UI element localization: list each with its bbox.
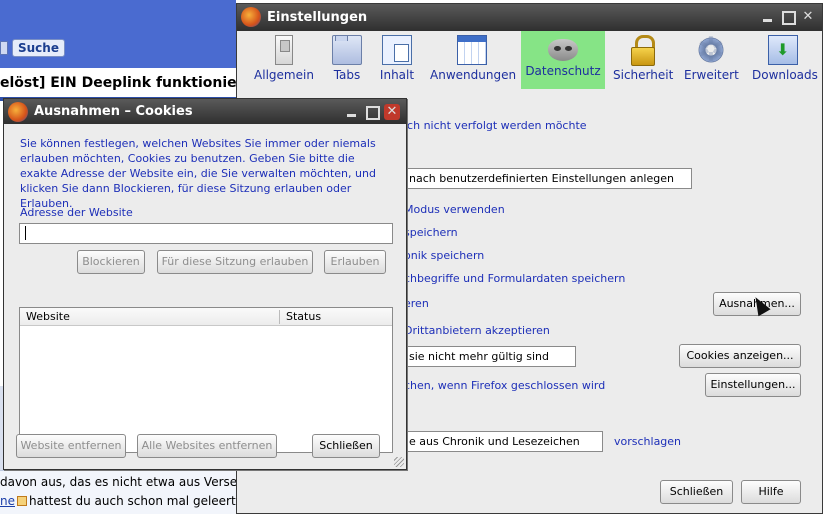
window-title: Einstellungen xyxy=(267,10,368,25)
keep-until-select[interactable]: sie nicht mehr gültig sind xyxy=(404,346,576,367)
tab-label: Sicherheit xyxy=(613,68,674,82)
switch-icon xyxy=(275,35,293,65)
website-address-input[interactable] xyxy=(19,223,393,244)
mask-icon xyxy=(548,39,578,61)
resize-grip-icon[interactable] xyxy=(394,457,404,467)
clear-on-close-option[interactable]: chen, wenn Firefox geschlossen wird xyxy=(404,379,605,392)
remove-website-button[interactable]: Website entfernen xyxy=(16,434,126,458)
close-icon[interactable] xyxy=(800,9,816,25)
firefox-icon xyxy=(8,102,28,122)
post-text-line-2: ne hattest du auch schon mal geleert? xyxy=(0,494,236,508)
gear-icon xyxy=(696,31,726,69)
search-form-option[interactable]: chbegriffe und Formulardaten speichern xyxy=(404,272,625,285)
preferences-titlebar[interactable]: Einstellungen xyxy=(237,4,822,31)
address-label: Adresse der Website xyxy=(20,206,133,219)
tab-allgemein[interactable]: Allgemein xyxy=(251,31,317,89)
location-bar-suggest-select[interactable]: e aus Chronik und Lesezeichen xyxy=(404,431,603,452)
remove-all-websites-button[interactable]: Alle Websites entfernen xyxy=(137,434,277,458)
minimize-icon[interactable] xyxy=(760,9,776,25)
allow-button[interactable]: Erlauben xyxy=(324,250,386,274)
suggest-label: vorschlagen xyxy=(614,435,682,448)
tab-downloads[interactable]: Downloads xyxy=(752,31,818,89)
tab-label: Downloads xyxy=(752,68,818,82)
dialog-title: Ausnahmen – Cookies xyxy=(34,104,193,119)
tab-label: Inhalt xyxy=(379,68,415,82)
preferences-pane-bar: Allgemein Tabs Inhalt Anwendungen Datens… xyxy=(237,31,822,89)
maximize-icon[interactable] xyxy=(780,9,796,25)
tab-tabs[interactable]: Tabs xyxy=(329,31,365,89)
save-option[interactable]: speichern xyxy=(404,226,458,239)
post-text-rest: hattest du auch schon mal geleert? xyxy=(29,494,236,508)
lock-icon xyxy=(631,35,655,66)
show-cookies-button[interactable]: Cookies anzeigen... xyxy=(679,344,801,368)
text-caret xyxy=(25,226,26,240)
tab-label: Tabs xyxy=(333,68,361,82)
close-icon[interactable] xyxy=(384,104,400,120)
tabs-icon xyxy=(332,35,362,65)
maximize-icon[interactable] xyxy=(364,104,380,120)
dialog-titlebar[interactable]: Ausnahmen – Cookies xyxy=(4,99,406,124)
forum-header-bar xyxy=(0,0,236,68)
history-save-option[interactable]: onik speichern xyxy=(404,249,484,262)
accept-cookies-option[interactable]: eren xyxy=(404,297,429,310)
private-mode-option[interactable]: Modus verwenden xyxy=(404,203,505,216)
help-button[interactable]: Hilfe xyxy=(741,480,801,504)
tab-label: Erweitert xyxy=(684,68,739,82)
tab-label: Anwendungen xyxy=(430,68,517,82)
post-text-line: davon aus, das es nicht etwa aus Versel xyxy=(0,475,236,489)
dialog-description: Sie können festlegen, welchen Websites S… xyxy=(20,137,376,210)
content-icon xyxy=(382,35,412,65)
dialog-close-button[interactable]: Schließen xyxy=(312,434,380,458)
column-header-status[interactable]: Status xyxy=(286,310,321,323)
tab-erweitert[interactable]: Erweitert xyxy=(684,31,739,89)
search-field-edge[interactable] xyxy=(0,41,8,55)
third-party-cookies-option[interactable]: Drittanbietern akzeptieren xyxy=(404,324,550,337)
forum-search-button[interactable]: Suche xyxy=(12,39,65,57)
firefox-icon xyxy=(241,7,261,27)
minimize-icon[interactable] xyxy=(344,104,360,120)
allow-session-button[interactable]: Für diese Sitzung erlauben xyxy=(157,250,313,274)
tab-datenschutz[interactable]: Datenschutz xyxy=(521,31,605,89)
column-separator[interactable] xyxy=(279,310,280,324)
tab-label: Allgemein xyxy=(254,68,314,82)
cookie-exceptions-dialog: Ausnahmen – Cookies Sie können festlegen… xyxy=(3,98,407,470)
clear-settings-button[interactable]: Einstellungen... xyxy=(705,373,801,397)
post-link[interactable]: ne xyxy=(0,494,15,508)
tab-anwendungen[interactable]: Anwendungen xyxy=(430,31,517,89)
column-header-website[interactable]: Website xyxy=(26,310,70,323)
close-button[interactable]: Schließen xyxy=(660,480,733,504)
applications-icon xyxy=(457,35,487,65)
table-header: Website Status xyxy=(20,308,392,326)
dialog-body: Sie können festlegen, welchen Websites S… xyxy=(4,124,406,469)
external-link-icon xyxy=(17,496,27,506)
download-icon xyxy=(768,35,798,65)
history-mode-select[interactable]: nach benutzerdefinierten Einstellungen a… xyxy=(404,168,692,189)
do-not-track-option[interactable]: ich nicht verfolgt werden möchte xyxy=(404,119,587,132)
tab-inhalt[interactable]: Inhalt xyxy=(377,31,417,89)
exceptions-table[interactable]: Website Status xyxy=(19,307,393,453)
block-button[interactable]: Blockieren xyxy=(77,250,145,274)
tab-sicherheit[interactable]: Sicherheit xyxy=(613,31,674,89)
tab-label: Datenschutz xyxy=(525,64,601,78)
thread-title: elöst] EIN Deeplink funktionie xyxy=(0,75,236,91)
